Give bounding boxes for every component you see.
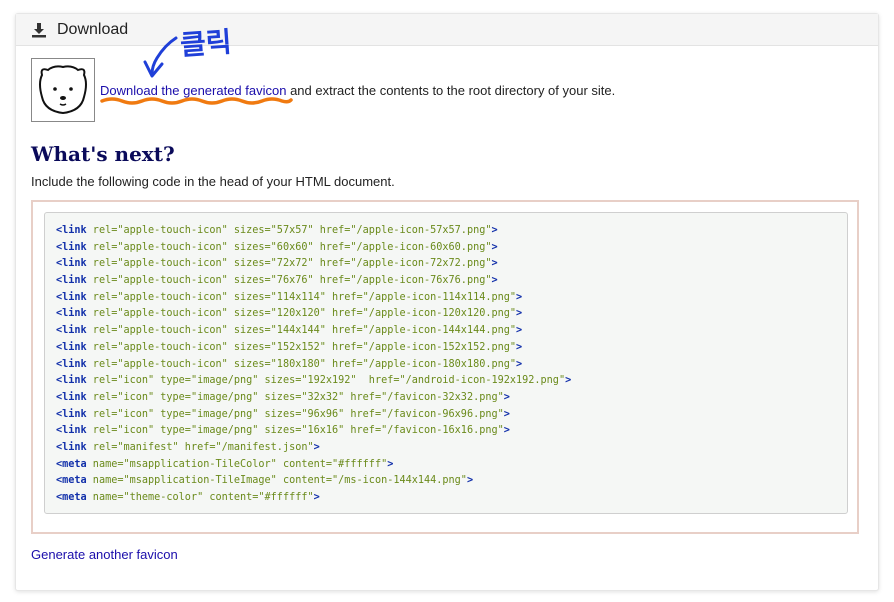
code-line: <link rel="icon" type="image/png" sizes=… [56,391,510,403]
code-line: <link rel="apple-touch-icon" sizes="120x… [56,308,523,320]
code-line: <link rel="apple-touch-icon" sizes="76x7… [56,275,498,287]
code-line: <link rel="icon" type="image/png" sizes=… [56,425,510,437]
code-line: <link rel="apple-touch-icon" sizes="114x… [56,291,523,303]
code-line: <link rel="apple-touch-icon" sizes="72x7… [56,258,498,270]
code-line: <meta name="msapplication-TileColor" con… [56,458,394,470]
code-line: <meta name="msapplication-TileImage" con… [56,475,474,487]
code-line: <link rel="apple-touch-icon" sizes="60x6… [56,241,498,253]
bear-face-icon [39,65,87,115]
intro-text: Download the generated favicon and extra… [100,83,615,98]
intro-rest-text: and extract the contents to the root dir… [286,82,616,98]
panel-title: Download [57,20,129,38]
code-line: <link rel="icon" type="image/png" sizes=… [56,375,572,387]
code-line: <meta name="theme-color" content="#fffff… [56,492,320,503]
intro-row: Download the generated favicon and extra… [31,58,615,122]
download-icon [32,22,46,37]
code-line: <link rel="icon" type="image/png" sizes=… [56,408,510,420]
code-line: <link rel="manifest" href="/manifest.jso… [56,441,320,453]
code-line: <link rel="apple-touch-icon" sizes="180x… [56,358,523,370]
panel-header: Download [16,14,878,46]
favicon-preview [31,58,95,122]
download-favicon-link[interactable]: Download the generated favicon [100,83,286,98]
code-line: <link rel="apple-touch-icon" sizes="144x… [56,325,523,337]
download-panel: Download Download the generated favicon … [15,13,879,591]
code-line: <link rel="apple-touch-icon" sizes="152x… [56,341,523,353]
code-block[interactable]: <link rel="apple-touch-icon" sizes="57x5… [44,212,848,514]
generate-another-link[interactable]: Generate another favicon [31,547,178,562]
section-subtitle: Include the following code in the head o… [31,174,395,189]
code-line: <link rel="apple-touch-icon" sizes="57x5… [56,225,498,236]
section-title: What's next? [31,142,175,166]
code-container: <link rel="apple-touch-icon" sizes="57x5… [31,200,859,534]
